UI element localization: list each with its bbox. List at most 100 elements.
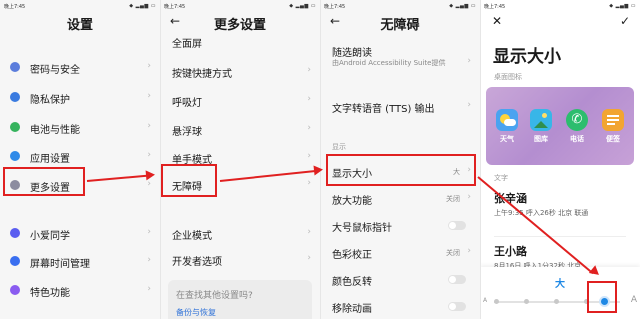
page-title: 设置 xyxy=(66,18,93,33)
weather-icon xyxy=(496,109,518,131)
color-correction-item[interactable]: 色彩校正 关闭 › xyxy=(320,239,480,265)
divider xyxy=(494,236,626,237)
chevron-right-icon: › xyxy=(147,121,151,131)
chevron-right-icon: › xyxy=(467,192,471,202)
battery-icon xyxy=(10,122,20,132)
large-pointer-item: 大号鼠标指针 xyxy=(320,212,480,238)
status-icons: ◆ ▂▄▆ ▭ xyxy=(129,3,156,9)
large-size-icon: A xyxy=(630,295,637,305)
item-value: 关闭 xyxy=(446,249,460,257)
app-phone: ✆ 电话 xyxy=(564,109,590,144)
item-label: 特色功能 xyxy=(30,288,70,299)
chevron-right-icon: › xyxy=(307,178,311,188)
highlight-size-slider xyxy=(587,281,617,313)
gallery-icon xyxy=(530,109,552,131)
app-label: 图库 xyxy=(534,135,548,143)
notes-icon xyxy=(602,109,624,131)
settings-item-apps[interactable]: 应用设置 › xyxy=(0,143,160,169)
settings-item-password[interactable]: 密码与安全 › xyxy=(0,54,160,80)
settings-item-features[interactable]: 特色功能 › xyxy=(0,277,160,303)
more-item-fullscreen[interactable]: 全面屏 xyxy=(160,28,320,54)
chevron-right-icon: › xyxy=(147,227,151,237)
item-label: 企业模式 xyxy=(172,231,212,242)
settings-item-screen-time[interactable]: 屏幕时间管理 › xyxy=(0,248,160,274)
highlight-more-settings xyxy=(3,167,85,196)
status-time: 晚上7:45 xyxy=(324,4,346,10)
remove-animations-item: 移除动画 xyxy=(320,293,480,319)
phone-icon: ✆ xyxy=(566,109,588,131)
item-label: 文字转语音 (TTS) 输出 xyxy=(332,104,435,115)
hourglass-icon xyxy=(10,256,20,266)
small-size-icon: A xyxy=(483,297,488,304)
display-size-panel: 晚上7:45 ◆ ▂▄▆ ▭ ✕ ✓ 显示大小 桌面图标 天气 图库 ✆ 电话 xyxy=(480,0,640,319)
more-item-breathing-light[interactable]: 呼吸灯 › xyxy=(160,87,320,113)
more-item-shortcuts[interactable]: 按键快捷方式 › xyxy=(160,58,320,84)
item-label: 放大功能 xyxy=(332,196,372,207)
highlight-display-size xyxy=(326,154,476,186)
chevron-right-icon: › xyxy=(467,246,471,256)
magnification-item[interactable]: 放大功能 关闭 › xyxy=(320,185,480,211)
select-to-speak-item[interactable]: 随选朗读 由Android Accessibility Suite提供 › xyxy=(320,44,480,88)
more-item-developer[interactable]: 开发者选项 › xyxy=(160,246,320,272)
item-label: 悬浮球 xyxy=(172,127,202,138)
more-item-floating-ball[interactable]: 悬浮球 › xyxy=(160,116,320,142)
status-time: 晚上7:45 xyxy=(4,4,26,10)
large-pointer-toggle[interactable] xyxy=(448,221,466,230)
item-label: 随选朗读 xyxy=(332,48,372,59)
settings-item-privacy[interactable]: 隐私保护 › xyxy=(0,84,160,110)
icon-preview-card: 天气 图库 ✆ 电话 便签 xyxy=(486,87,634,165)
status-bar: 晚上7:45 ◆ ▂▄▆ ▭ xyxy=(0,0,160,12)
item-label: 按键快捷方式 xyxy=(172,69,232,80)
item-label: 应用设置 xyxy=(30,154,70,165)
item-label: 色彩校正 xyxy=(332,250,372,261)
chevron-right-icon: › xyxy=(307,253,311,263)
chevron-right-icon: › xyxy=(147,150,151,160)
item-label: 隐私保护 xyxy=(30,95,70,106)
annotation-arrow-head xyxy=(145,169,156,181)
chevron-right-icon: › xyxy=(147,255,151,265)
app-weather: 天气 xyxy=(494,109,520,144)
chevron-right-icon: › xyxy=(147,91,151,101)
chevron-right-icon: › xyxy=(307,65,311,75)
tts-output-item[interactable]: 文字转语音 (TTS) 输出 › xyxy=(320,93,480,119)
status-time: 晚上7:45 xyxy=(164,4,186,10)
annotation-arrow-head xyxy=(313,164,324,176)
item-label: 全面屏 xyxy=(172,39,202,50)
slider-step[interactable] xyxy=(494,299,499,304)
more-item-enterprise[interactable]: 企业模式 › xyxy=(160,220,320,246)
section-header-text: 文字 xyxy=(494,174,508,182)
chevron-right-icon: › xyxy=(147,61,151,71)
star-icon xyxy=(10,285,20,295)
assistant-icon xyxy=(10,228,20,238)
message-subtitle: 上午9:35 呼入26秒 北京 联通 xyxy=(494,209,589,217)
shield-icon xyxy=(10,92,20,102)
chevron-right-icon: › xyxy=(307,94,311,104)
chevron-right-icon: › xyxy=(307,227,311,237)
status-icons: ◆ ▂▄▆ ▭ xyxy=(609,3,636,9)
status-bar: 晚上7:45 ◆ ▂▄▆ ▭ xyxy=(160,0,320,12)
item-label: 呼吸灯 xyxy=(172,98,202,109)
item-label: 颜色反转 xyxy=(332,277,372,288)
chevron-right-icon: › xyxy=(307,151,311,161)
page-title: 无障碍 xyxy=(380,18,420,33)
slider-step[interactable] xyxy=(554,299,559,304)
item-value: 关闭 xyxy=(446,195,460,203)
item-label: 电池与性能 xyxy=(30,125,80,136)
panel-divider xyxy=(480,0,481,319)
backup-link[interactable]: 备份与恢复 xyxy=(176,307,216,318)
confirm-check-icon[interactable]: ✓ xyxy=(620,14,630,28)
remove-animations-toggle[interactable] xyxy=(448,302,466,311)
settings-item-assistant[interactable]: 小爱同学 › xyxy=(0,220,160,246)
preview-message: 张辛涵 上午9:35 呼入26秒 北京 联通 xyxy=(494,190,624,218)
app-label: 天气 xyxy=(500,135,514,143)
slider-step[interactable] xyxy=(524,299,529,304)
close-icon[interactable]: ✕ xyxy=(492,14,502,28)
settings-item-battery[interactable]: 电池与性能 › xyxy=(0,114,160,140)
gear-icon xyxy=(10,151,20,161)
search-prompt: 在查找其他设置吗? xyxy=(176,291,253,301)
chevron-right-icon: › xyxy=(467,100,471,110)
item-label: 移除动画 xyxy=(332,304,372,315)
status-time: 晚上7:45 xyxy=(484,4,506,10)
status-icons: ◆ ▂▄▆ ▭ xyxy=(289,3,316,9)
color-inversion-toggle[interactable] xyxy=(448,275,466,284)
